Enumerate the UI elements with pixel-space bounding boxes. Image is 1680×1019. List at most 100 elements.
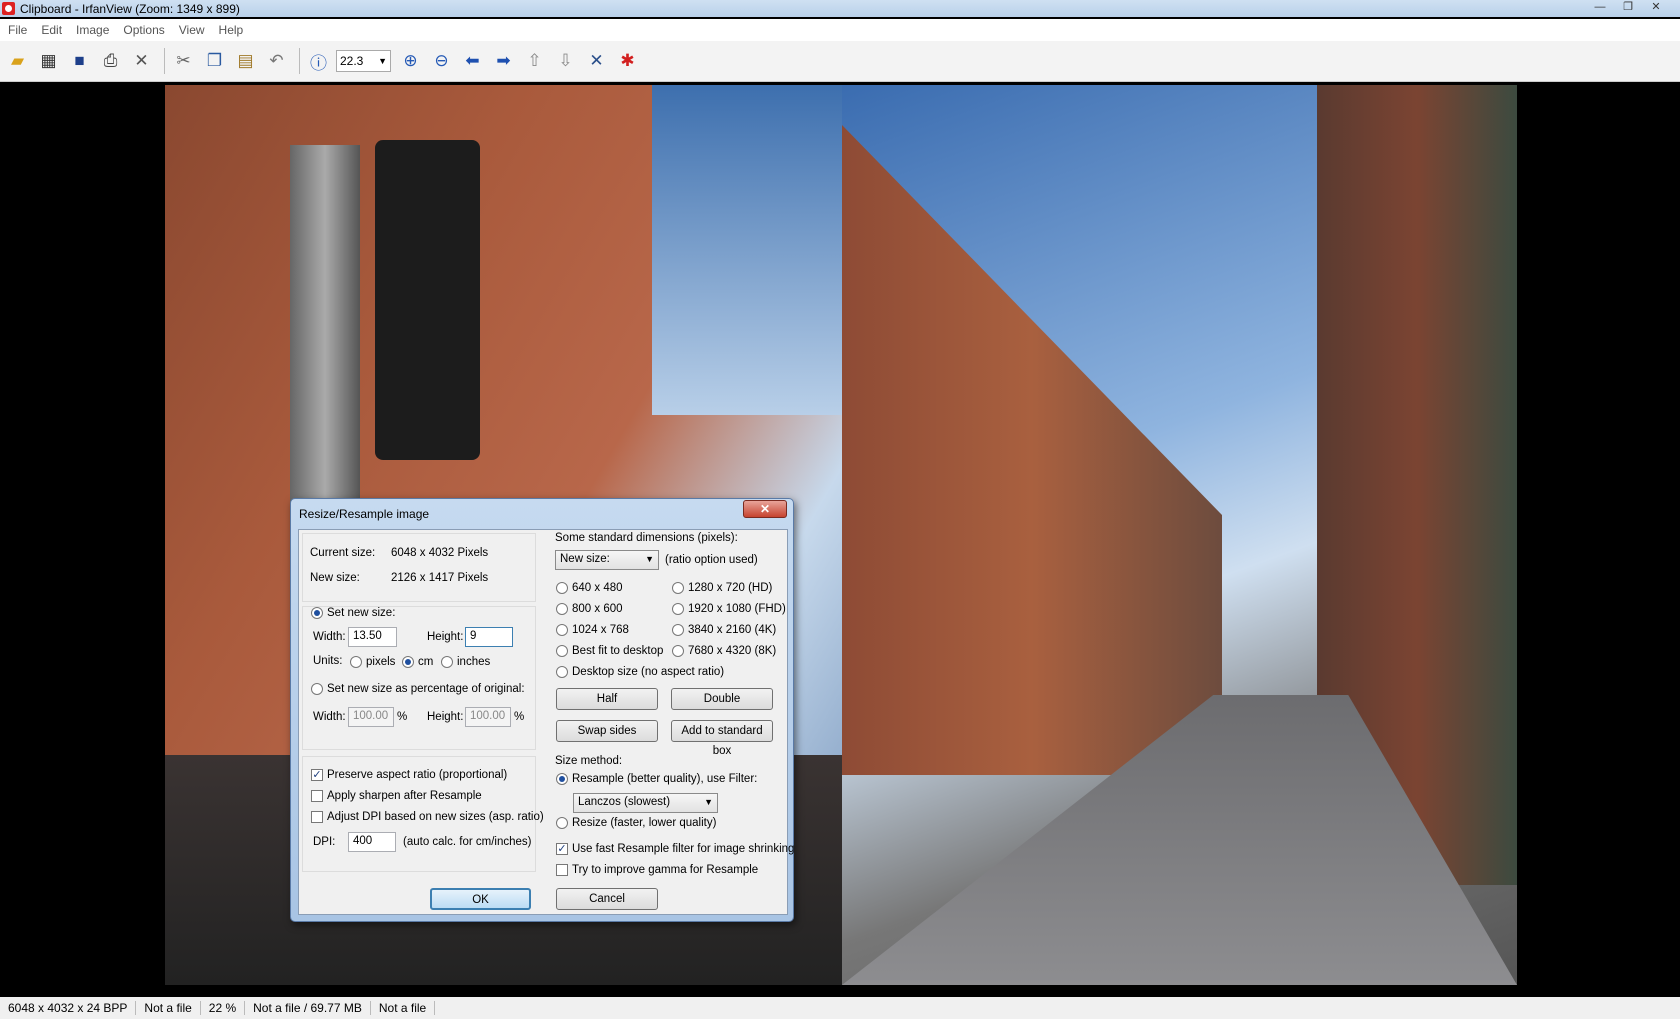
pct-height-sign: % (514, 711, 525, 723)
unit-pixels-label: pixels (366, 656, 396, 668)
dim-800-radio[interactable] (556, 603, 568, 615)
pct-width-label: Width: (313, 711, 346, 723)
height-input[interactable]: 9 (465, 627, 513, 647)
first-page-icon[interactable]: ⇧ (521, 48, 548, 75)
filter-select[interactable]: Lanczos (slowest) ▼ (573, 793, 718, 813)
new-size-label: New size: (310, 572, 360, 584)
zoom-in-icon[interactable]: ⊕ (397, 48, 424, 75)
dialog-title: Resize/Resample image (299, 507, 430, 521)
current-size-value: 6048 x 4032 Pixels (391, 547, 489, 559)
print-icon[interactable]: ⎙ (97, 48, 124, 75)
unit-inches-label: inches (457, 656, 491, 668)
desktop-size-radio[interactable] (556, 666, 568, 678)
ratio-note: (ratio option used) (665, 554, 758, 566)
zoom-select[interactable]: 22.3 ▼ (336, 50, 391, 72)
improve-gamma-checkbox[interactable] (556, 864, 568, 876)
dim-7680-label: 7680 x 4320 (8K) (688, 645, 777, 657)
menu-options[interactable]: Options (123, 23, 164, 37)
paste-icon[interactable]: ▤ (232, 48, 259, 75)
resample-radio[interactable] (556, 773, 568, 785)
preserve-aspect-checkbox[interactable]: ✓ (311, 769, 323, 781)
dim-640-radio[interactable] (556, 582, 568, 594)
unit-cm-radio[interactable] (402, 656, 414, 668)
image-viewport[interactable] (2, 85, 1678, 990)
copy-icon[interactable]: ❐ (201, 48, 228, 75)
current-size-label: Current size: (310, 547, 376, 559)
resize-radio[interactable] (556, 817, 568, 829)
toolbar: ▰ ▦ ■ ⎙ ✕ ✂ ❐ ▤ ↶ ⓘ 22.3 ▼ ⊕ ⊖ ⬅ ➡ ⇧ ⇩ ✕… (0, 41, 1680, 82)
menu-edit[interactable]: Edit (41, 23, 62, 37)
dim-1920-label: 1920 x 1080 (FHD) (688, 603, 786, 615)
status-image-info: 6048 x 4032 x 24 BPP (0, 1001, 137, 1015)
menu-file[interactable]: File (8, 23, 27, 37)
delete-icon[interactable]: ✕ (128, 48, 155, 75)
dim-1024-radio[interactable] (556, 624, 568, 636)
previous-icon[interactable]: ⬅ (459, 48, 486, 75)
thumbnails-icon[interactable]: ▦ (35, 48, 62, 75)
set-new-size-label: Set new size: (327, 607, 396, 619)
width-input[interactable]: 13.50 (348, 627, 397, 647)
set-percentage-label: Set new size as percentage of original: (327, 683, 525, 695)
unit-pixels-radio[interactable] (350, 656, 362, 668)
best-fit-radio[interactable] (556, 645, 568, 657)
apply-sharpen-checkbox[interactable] (311, 790, 323, 802)
pct-width-sign: % (397, 711, 408, 723)
save-icon[interactable]: ■ (66, 48, 93, 75)
standard-dims-select[interactable]: New size: ▼ (555, 550, 659, 570)
next-icon[interactable]: ➡ (490, 48, 517, 75)
width-label: Width: (313, 631, 346, 643)
close-window-button[interactable]: ✕ (1644, 0, 1668, 15)
info-icon[interactable]: ⓘ (305, 48, 332, 75)
menu-view[interactable]: View (179, 23, 205, 37)
cancel-button[interactable]: Cancel (556, 888, 658, 910)
pct-width-input[interactable]: 100.00 (348, 707, 394, 727)
double-button[interactable]: Double (671, 688, 773, 710)
dpi-note: (auto calc. for cm/inches) (403, 836, 532, 848)
dim-3840-radio[interactable] (672, 624, 684, 636)
unit-cm-label: cm (418, 656, 434, 668)
standard-dims-value: New size: (560, 553, 610, 565)
last-page-icon[interactable]: ⇩ (552, 48, 579, 75)
open-folder-icon[interactable]: ▰ (4, 48, 31, 75)
improve-gamma-label: Try to improve gamma for Resample (572, 864, 759, 876)
chevron-down-icon: ▼ (704, 797, 713, 807)
dim-800-label: 800 x 600 (572, 603, 623, 615)
set-percentage-radio[interactable] (311, 683, 323, 695)
dialog-body: Current size: 6048 x 4032 Pixels New siz… (298, 529, 794, 915)
half-button[interactable]: Half (556, 688, 658, 710)
units-label: Units: (313, 655, 343, 667)
set-new-size-radio[interactable] (311, 607, 323, 619)
menu-help[interactable]: Help (219, 23, 244, 37)
minimize-button[interactable]: — (1588, 0, 1612, 15)
zoom-out-icon[interactable]: ⊖ (428, 48, 455, 75)
fast-resample-checkbox[interactable]: ✓ (556, 843, 568, 855)
undo-icon[interactable]: ↶ (263, 48, 290, 75)
menu-image[interactable]: Image (76, 23, 109, 37)
dim-7680-radio[interactable] (672, 645, 684, 657)
maximize-button[interactable]: ❐ (1616, 0, 1640, 15)
zoom-value: 22.3 (340, 54, 364, 68)
size-info-group (302, 533, 536, 602)
unit-inches-radio[interactable] (441, 656, 453, 668)
swap-sides-button[interactable]: Swap sides (556, 720, 658, 742)
dim-1920-radio[interactable] (672, 603, 684, 615)
desktop-size-label: Desktop size (no aspect ratio) (572, 666, 725, 678)
dim-1280-radio[interactable] (672, 582, 684, 594)
ok-button[interactable]: OK (430, 888, 531, 910)
dim-3840-label: 3840 x 2160 (4K) (688, 624, 777, 636)
adjust-dpi-checkbox[interactable] (311, 811, 323, 823)
settings-icon[interactable]: ✕ (583, 48, 610, 75)
status-bar: 6048 x 4032 x 24 BPP Not a file 22 % Not… (0, 997, 1680, 1019)
pct-height-input[interactable]: 100.00 (465, 707, 511, 727)
dialog-close-button[interactable]: ✕ (743, 500, 787, 518)
dpi-input[interactable]: 400 (348, 832, 396, 852)
exit-icon[interactable]: ✱ (614, 48, 641, 75)
menu-bar: File Edit Image Options View Help (0, 19, 1680, 41)
resize-dialog: Resize/Resample image ✕ Current size: 60… (290, 498, 794, 922)
dim-640-label: 640 x 480 (572, 582, 623, 594)
add-to-standard-box-button[interactable]: Add to standard box (671, 720, 773, 757)
height-label: Height: (427, 631, 464, 643)
best-fit-label: Best fit to desktop (572, 645, 664, 657)
cut-icon[interactable]: ✂ (170, 48, 197, 75)
status-file-date: Not a file (371, 1001, 436, 1015)
